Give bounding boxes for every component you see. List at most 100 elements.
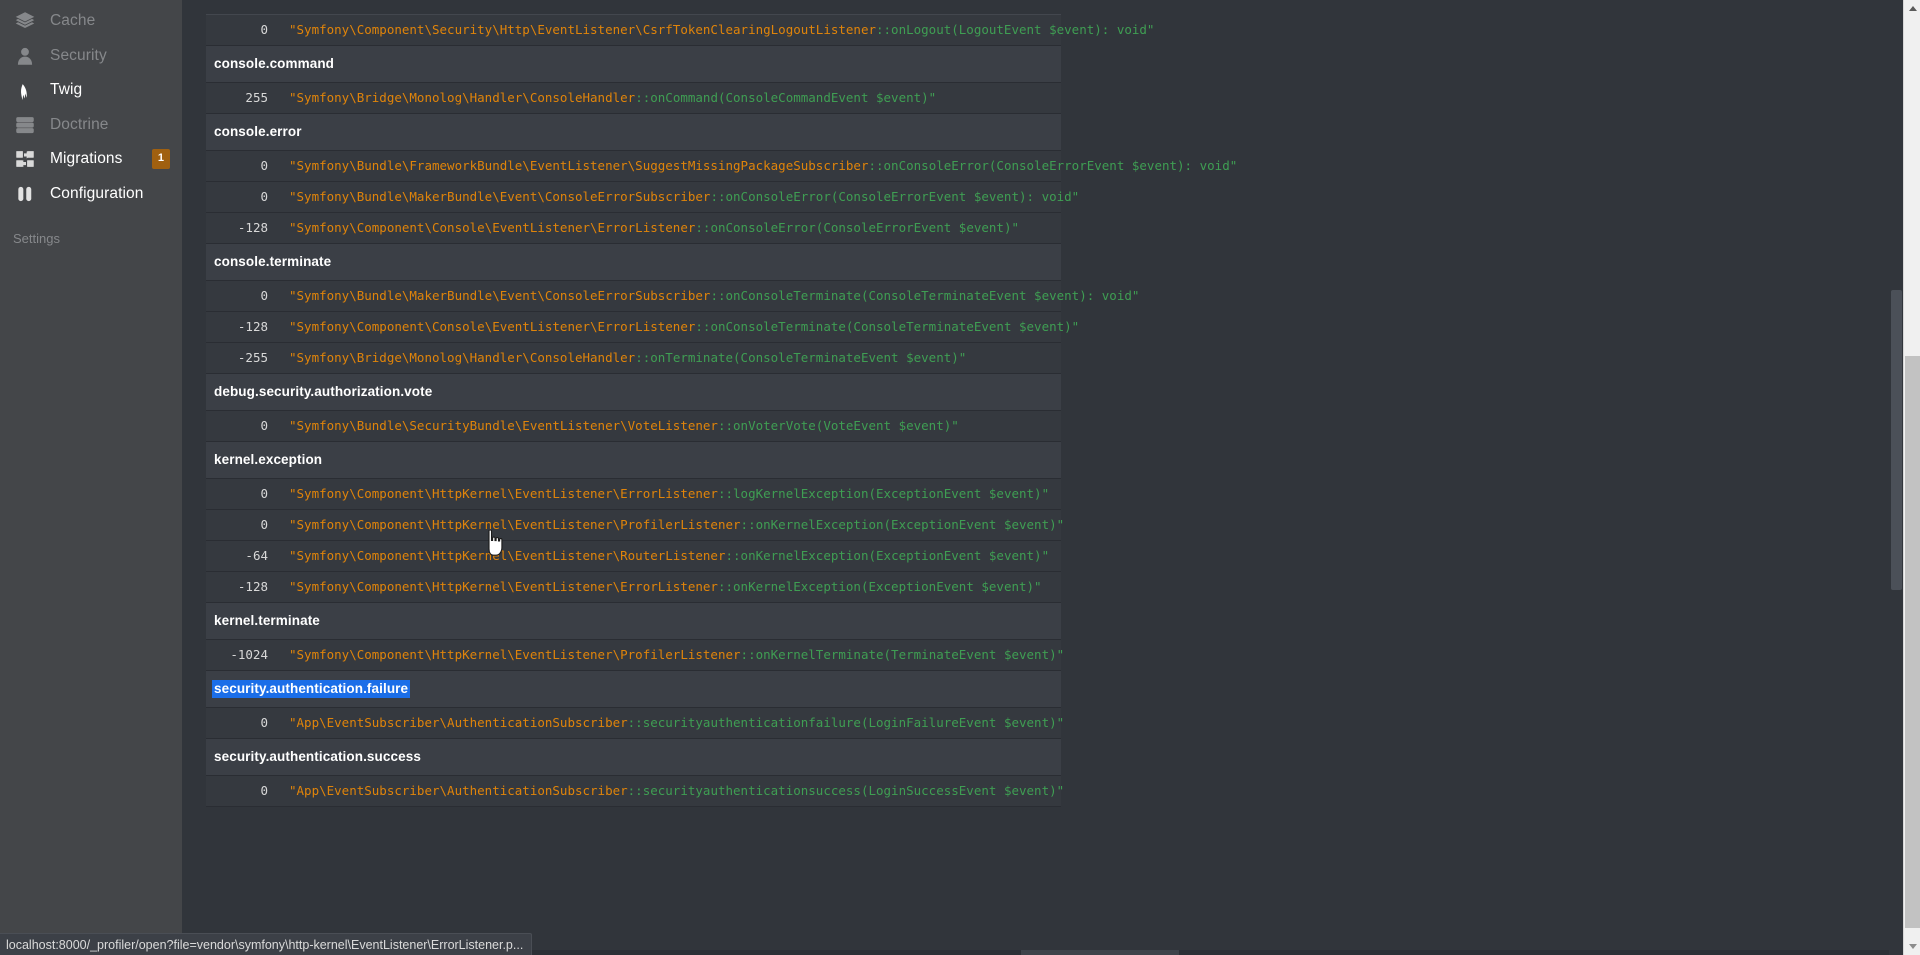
event-group-cell: security.authentication.failure <box>206 669 1061 708</box>
vertical-scrollbar[interactable] <box>1903 0 1920 955</box>
listener-callable[interactable]: "Symfony\Component\HttpKernel\EventListe… <box>268 477 1061 510</box>
user-icon <box>10 45 40 67</box>
event-group-name[interactable]: kernel.terminate <box>214 613 320 628</box>
listener-class: "App\EventSubscriber\AuthenticationSubsc… <box>289 714 628 730</box>
sidebar-item-label: Cache <box>50 12 96 30</box>
listener-method: ::onVoterVote(VoteEvent $event)" <box>717 417 959 433</box>
listener-priority: -255 <box>206 341 268 374</box>
sidebar-item-cache[interactable]: Cache <box>0 4 182 39</box>
listener-callable[interactable]: "Symfony\Bridge\Monolog\Handler\ConsoleH… <box>268 81 1061 114</box>
table-row[interactable]: 0 "App\EventSubscriber\AuthenticationSubs… <box>206 774 1064 807</box>
listener-priority: -128 <box>206 211 268 244</box>
listener-priority: 0 <box>206 774 268 807</box>
event-listeners-panel: 0 "Symfony\Component\Security\Http\EventL… <box>182 13 1900 807</box>
table-row[interactable]: 0 "Symfony\Bundle\MakerBundle\Event\Conso… <box>206 279 1139 312</box>
table-row[interactable]: -128 "Symfony\Component\Console\EventList… <box>206 310 1079 343</box>
listener-callable[interactable]: "Symfony\Component\Console\EventListener… <box>268 211 1061 244</box>
event-group-cell: kernel.exception <box>206 440 1061 479</box>
event-group-row: security.authentication.failure <box>206 669 1061 708</box>
event-group-row: console.terminate <box>206 242 1061 281</box>
listener-method: ::securityauthenticationsuccess(LoginSuc… <box>627 782 1065 798</box>
sidebar-item-configuration[interactable]: Configuration <box>0 177 182 212</box>
event-group-name[interactable]: console.terminate <box>214 254 331 269</box>
sidebar-item-doctrine[interactable]: Doctrine <box>0 108 182 143</box>
event-group-row: console.command <box>206 44 1061 83</box>
event-group-name[interactable]: security.authentication.success <box>214 749 421 764</box>
listener-callable[interactable]: "Symfony\Bundle\MakerBundle\Event\Consol… <box>268 180 1079 213</box>
event-group-name[interactable]: debug.security.authorization.vote <box>214 384 432 399</box>
listener-callable[interactable]: "Symfony\Bundle\MakerBundle\Event\Consol… <box>268 279 1139 312</box>
table-row[interactable]: 0 "Symfony\Bundle\MakerBundle\Event\Conso… <box>206 180 1079 213</box>
event-group-cell: debug.security.authorization.vote <box>206 372 1061 411</box>
listener-priority: 0 <box>206 180 268 213</box>
table-row[interactable]: -128 "Symfony\Component\HttpKernel\EventL… <box>206 570 1061 603</box>
event-group-name[interactable]: console.error <box>214 124 302 139</box>
listener-callable[interactable]: "Symfony\Component\Security\Http\EventLi… <box>268 13 1154 46</box>
table-row[interactable]: 0 "App\EventSubscriber\AuthenticationSubs… <box>206 706 1064 739</box>
listener-method: ::onKernelException(ExceptionEvent $even… <box>740 516 1065 532</box>
vertical-scrollbar-thumb[interactable] <box>1905 356 1920 928</box>
listener-class: "Symfony\Bridge\Monolog\Handler\ConsoleH… <box>289 349 636 365</box>
listener-method: ::onConsoleError(ConsoleErrorEvent $even… <box>868 157 1238 173</box>
sidebar-item-label: Configuration <box>50 184 144 202</box>
listener-callable[interactable]: "Symfony\Component\HttpKernel\EventListe… <box>268 638 1064 671</box>
listener-priority: 0 <box>206 477 268 510</box>
main-content: 0 "Symfony\Component\Security\Http\EventL… <box>182 0 1920 955</box>
listener-class: "Symfony\Component\Console\EventListener… <box>289 318 696 334</box>
listener-priority: -128 <box>206 310 268 343</box>
listener-callable[interactable]: "Symfony\Component\Console\EventListener… <box>268 310 1079 343</box>
listener-method: ::onConsoleError(ConsoleErrorEvent $even… <box>710 188 1080 204</box>
scroll-down-arrow-icon[interactable] <box>1904 938 1920 955</box>
event-listeners-table: 0 "Symfony\Component\Security\Http\EventL… <box>206 13 1237 807</box>
table-row[interactable]: 0 "Symfony\Bundle\SecurityBundle\EventLis… <box>206 409 1061 442</box>
listener-callable[interactable]: "Symfony\Component\HttpKernel\EventListe… <box>268 570 1061 603</box>
listener-callable[interactable]: "Symfony\Bundle\SecurityBundle\EventList… <box>268 409 1061 442</box>
sidebar-settings-link[interactable]: Settings <box>0 231 182 246</box>
inner-scroll-thumb[interactable] <box>1891 290 1902 590</box>
listener-class: "Symfony\Component\Security\Http\EventLi… <box>289 21 876 37</box>
table-row[interactable]: 0 "Symfony\Bundle\FrameworkBundle\EventLi… <box>206 149 1237 182</box>
listener-method: ::onConsoleTerminate(ConsoleTerminateEve… <box>710 287 1140 303</box>
table-row[interactable]: 0 "Symfony\Component\Security\Http\EventL… <box>206 13 1154 46</box>
listener-priority: 0 <box>206 508 268 541</box>
listener-class: "App\EventSubscriber\AuthenticationSubsc… <box>289 782 628 798</box>
sidebar-item-security[interactable]: Security <box>0 39 182 74</box>
event-group-name[interactable]: console.command <box>214 56 334 71</box>
event-group-row: debug.security.authorization.vote <box>206 372 1061 411</box>
twig-leaf-icon <box>10 79 40 101</box>
listener-class: "Symfony\Component\HttpKernel\EventListe… <box>289 578 718 594</box>
table-row[interactable]: -128 "Symfony\Component\Console\EventList… <box>206 211 1061 244</box>
event-group-name[interactable]: kernel.exception <box>214 452 322 467</box>
table-row[interactable]: 0 "Symfony\Component\HttpKernel\EventList… <box>206 477 1061 510</box>
sidebar-item-twig[interactable]: Twig <box>0 73 182 108</box>
listener-method: ::onLogout(LogoutEvent $event): void" <box>876 21 1155 37</box>
sidebar-item-label: Twig <box>50 81 83 99</box>
table-row[interactable]: -255 "Symfony\Bridge\Monolog\Handler\Cons… <box>206 341 1061 374</box>
listener-callable[interactable]: "Symfony\Component\HttpKernel\EventListe… <box>268 539 1061 572</box>
listener-class: "Symfony\Bundle\SecurityBundle\EventList… <box>289 417 718 433</box>
listener-class: "Symfony\Bridge\Monolog\Handler\ConsoleH… <box>289 89 636 105</box>
listener-method: ::onKernelTerminate(TerminateEvent $even… <box>740 646 1065 662</box>
table-row[interactable]: 255 "Symfony\Bridge\Monolog\Handler\Conso… <box>206 81 1061 114</box>
listener-callable[interactable]: "App\EventSubscriber\AuthenticationSubsc… <box>268 774 1064 807</box>
listener-class: "Symfony\Bundle\MakerBundle\Event\Consol… <box>289 287 711 303</box>
sidebar-item-label: Doctrine <box>50 115 109 133</box>
listener-callable[interactable]: "Symfony\Bridge\Monolog\Handler\ConsoleH… <box>268 341 1061 374</box>
listener-callable[interactable]: "Symfony\Component\HttpKernel\EventListe… <box>268 508 1064 541</box>
table-row[interactable]: -64 "Symfony\Component\HttpKernel\EventLi… <box>206 539 1061 572</box>
table-row[interactable]: -1024 "Symfony\Component\HttpKernel\Event… <box>206 638 1064 671</box>
listener-method: ::onCommand(ConsoleCommandEvent $event)" <box>635 89 937 105</box>
table-row[interactable]: 0 "Symfony\Component\HttpKernel\EventList… <box>206 508 1064 541</box>
listener-priority: -128 <box>206 570 268 603</box>
sidebar-item-migrations[interactable]: Migrations 1 <box>0 142 182 177</box>
listener-priority: -1024 <box>206 638 268 671</box>
scroll-up-arrow-icon[interactable] <box>1904 0 1920 17</box>
status-bar: localhost:8000/_profiler/open?file=vendo… <box>0 933 533 955</box>
listener-callable[interactable]: "App\EventSubscriber\AuthenticationSubsc… <box>268 706 1064 739</box>
listener-class: "Symfony\Component\Console\EventListener… <box>289 219 696 235</box>
horizontal-scrollbar-thumb[interactable] <box>1021 950 1179 955</box>
listener-callable[interactable]: "Symfony\Bundle\FrameworkBundle\EventLis… <box>268 149 1237 182</box>
event-group-name-selected[interactable]: security.authentication.failure <box>212 679 411 698</box>
event-group-cell: console.terminate <box>206 242 1061 281</box>
profiler-sidebar: Cache Security Twig Doctrine Migrations 1 Conf… <box>0 0 182 955</box>
